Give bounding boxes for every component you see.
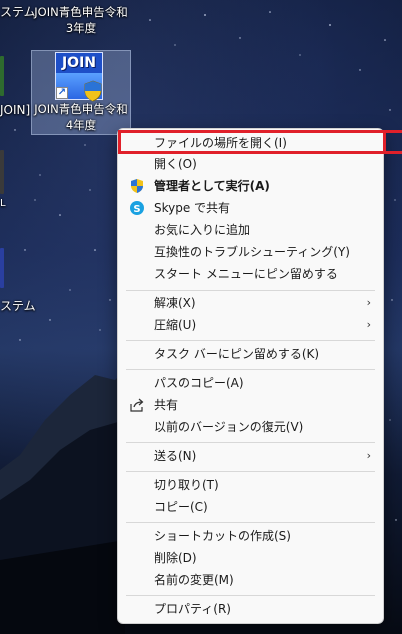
annotation-highlight-edge — [384, 151, 402, 154]
menu-item-send-to[interactable]: 送る(N) › — [120, 445, 381, 467]
menu-item-label: 開く(O) — [154, 157, 197, 171]
share-icon — [130, 398, 144, 412]
menu-item-label: プロパティ(R) — [154, 602, 231, 616]
menu-item-cut[interactable]: 切り取り(T) — [120, 474, 381, 496]
uac-shield-overlay-icon — [84, 80, 102, 102]
menu-item-label: Skype で共有 — [154, 201, 231, 215]
menu-separator — [126, 340, 375, 341]
skype-icon: S — [130, 201, 144, 215]
join-icon-text: JOIN — [61, 55, 97, 71]
icon-label-line2: 3年度 — [65, 21, 97, 35]
menu-item-label: お気に入りに追加 — [154, 223, 251, 237]
menu-item-restore-versions[interactable]: 以前のバージョンの復元(V) — [120, 416, 381, 438]
menu-item-add-favorite[interactable]: お気に入りに追加 — [120, 219, 381, 241]
menu-separator — [126, 369, 375, 370]
menu-item-create-shortcut[interactable]: ショートカットの作成(S) — [120, 525, 381, 547]
menu-item-label: 以前のバージョンの復元(V) — [154, 420, 304, 434]
uac-shield-icon — [131, 179, 143, 193]
menu-separator — [126, 442, 375, 443]
menu-separator — [126, 522, 375, 523]
clipped-app-icon[interactable] — [0, 56, 4, 96]
clipped-app-icon[interactable] — [0, 248, 4, 288]
menu-item-share[interactable]: 共有 — [120, 394, 381, 416]
menu-item-label: 削除(D) — [154, 551, 197, 565]
clipped-icon-glyph: L — [0, 198, 6, 209]
menu-item-pin-taskbar[interactable]: タスク バーにピン留めする(K) — [120, 343, 381, 365]
submenu-chevron-icon: › — [366, 318, 371, 331]
context-menu: ファイルの場所を開く(I) 開く(O) 管理者として実行(A) S Skype … — [117, 128, 384, 624]
menu-item-label: 解凍(X) — [154, 296, 196, 310]
menu-item-label: パスのコピー(A) — [154, 376, 244, 390]
menu-item-label: 管理者として実行(A) — [154, 179, 270, 193]
menu-item-run-as-admin[interactable]: 管理者として実行(A) — [120, 175, 381, 197]
menu-item-label: ショートカットの作成(S) — [154, 529, 291, 543]
menu-item-label: 名前の変更(M) — [154, 573, 234, 587]
menu-item-extract[interactable]: 解凍(X) › — [120, 292, 381, 314]
menu-item-troubleshoot-compat[interactable]: 互換性のトラブルシューティング(Y) — [120, 241, 381, 263]
icon-label-line1: JOIN青色申告令和 — [34, 5, 128, 19]
shortcut-arrow-icon: ↗ — [56, 87, 68, 99]
menu-separator — [126, 595, 375, 596]
menu-item-pin-start[interactable]: スタート メニューにピン留めする — [120, 263, 381, 285]
menu-item-open-file-location[interactable]: ファイルの場所を開く(I) — [120, 132, 381, 154]
menu-item-label: 切り取り(T) — [154, 478, 219, 492]
menu-item-copy-path[interactable]: パスのコピー(A) — [120, 372, 381, 394]
menu-item-copy[interactable]: コピー(C) — [120, 496, 381, 518]
menu-item-compress[interactable]: 圧縮(U) › — [120, 314, 381, 336]
svg-text:S: S — [133, 204, 140, 215]
submenu-chevron-icon: › — [366, 449, 371, 462]
menu-item-properties[interactable]: プロパティ(R) — [120, 598, 381, 620]
menu-item-label: 圧縮(U) — [154, 318, 197, 332]
menu-item-label: タスク バーにピン留めする(K) — [154, 347, 320, 361]
menu-item-label: 送る(N) — [154, 449, 197, 463]
menu-item-delete[interactable]: 削除(D) — [120, 547, 381, 569]
menu-separator — [126, 290, 375, 291]
menu-item-label: スタート メニューにピン留めする — [154, 267, 338, 281]
annotation-highlight-edge — [384, 130, 402, 133]
menu-item-label: ファイルの場所を開く(I) — [154, 136, 287, 150]
menu-item-skype-share[interactable]: S Skype で共有 — [120, 197, 381, 219]
menu-separator — [126, 471, 375, 472]
icon-label-line1: JOIN青色申告令和 — [34, 102, 128, 116]
menu-item-open[interactable]: 開く(O) — [120, 153, 381, 175]
clipped-app-icon[interactable] — [0, 150, 4, 194]
menu-item-label: 互換性のトラブルシューティング(Y) — [154, 245, 350, 259]
menu-item-label: コピー(C) — [154, 500, 208, 514]
submenu-chevron-icon: › — [366, 296, 371, 309]
menu-item-label: 共有 — [154, 398, 179, 412]
clipped-icon-label[interactable]: ステム — [0, 298, 36, 314]
desktop-icon-join-r3[interactable]: JOIN青色申告令和 3年度 — [26, 4, 136, 36]
menu-item-rename[interactable]: 名前の変更(M) — [120, 569, 381, 591]
